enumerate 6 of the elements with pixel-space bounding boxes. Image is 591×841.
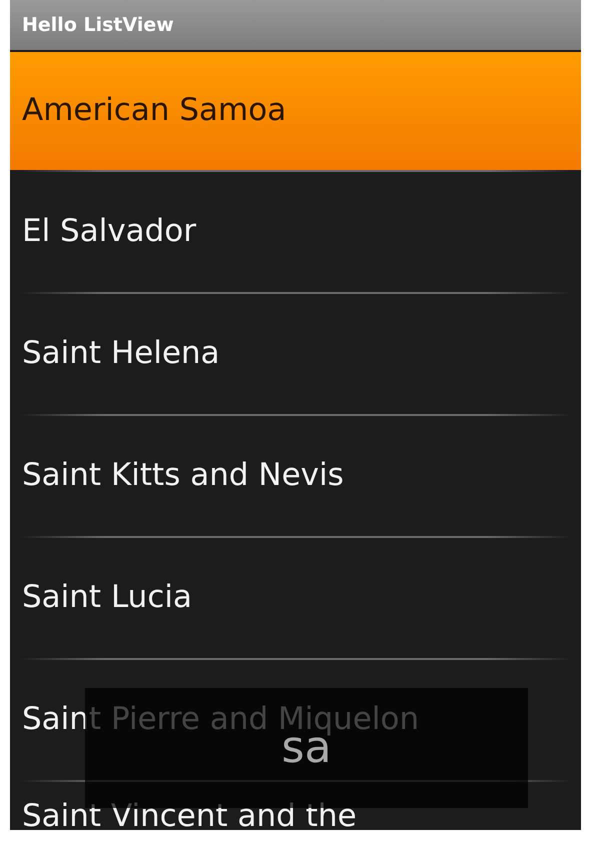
list-item[interactable]: American Samoa — [10, 52, 581, 170]
list-item[interactable]: El Salvador — [10, 172, 581, 292]
list-item[interactable]: Saint Helena — [10, 294, 581, 414]
list-item[interactable]: Saint Kitts and Nevis — [10, 416, 581, 536]
list-item[interactable]: Saint Lucia — [10, 538, 581, 658]
window-title: Hello ListView — [22, 12, 174, 38]
